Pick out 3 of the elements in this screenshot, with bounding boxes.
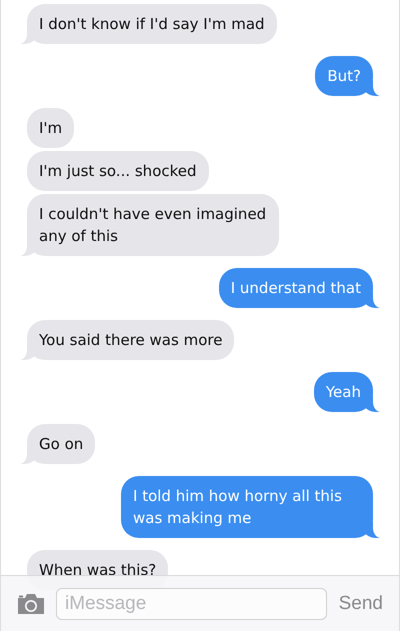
send-button[interactable]: Send bbox=[336, 592, 385, 614]
message-input[interactable]: iMessage bbox=[56, 588, 327, 620]
camera-icon[interactable] bbox=[16, 592, 46, 616]
